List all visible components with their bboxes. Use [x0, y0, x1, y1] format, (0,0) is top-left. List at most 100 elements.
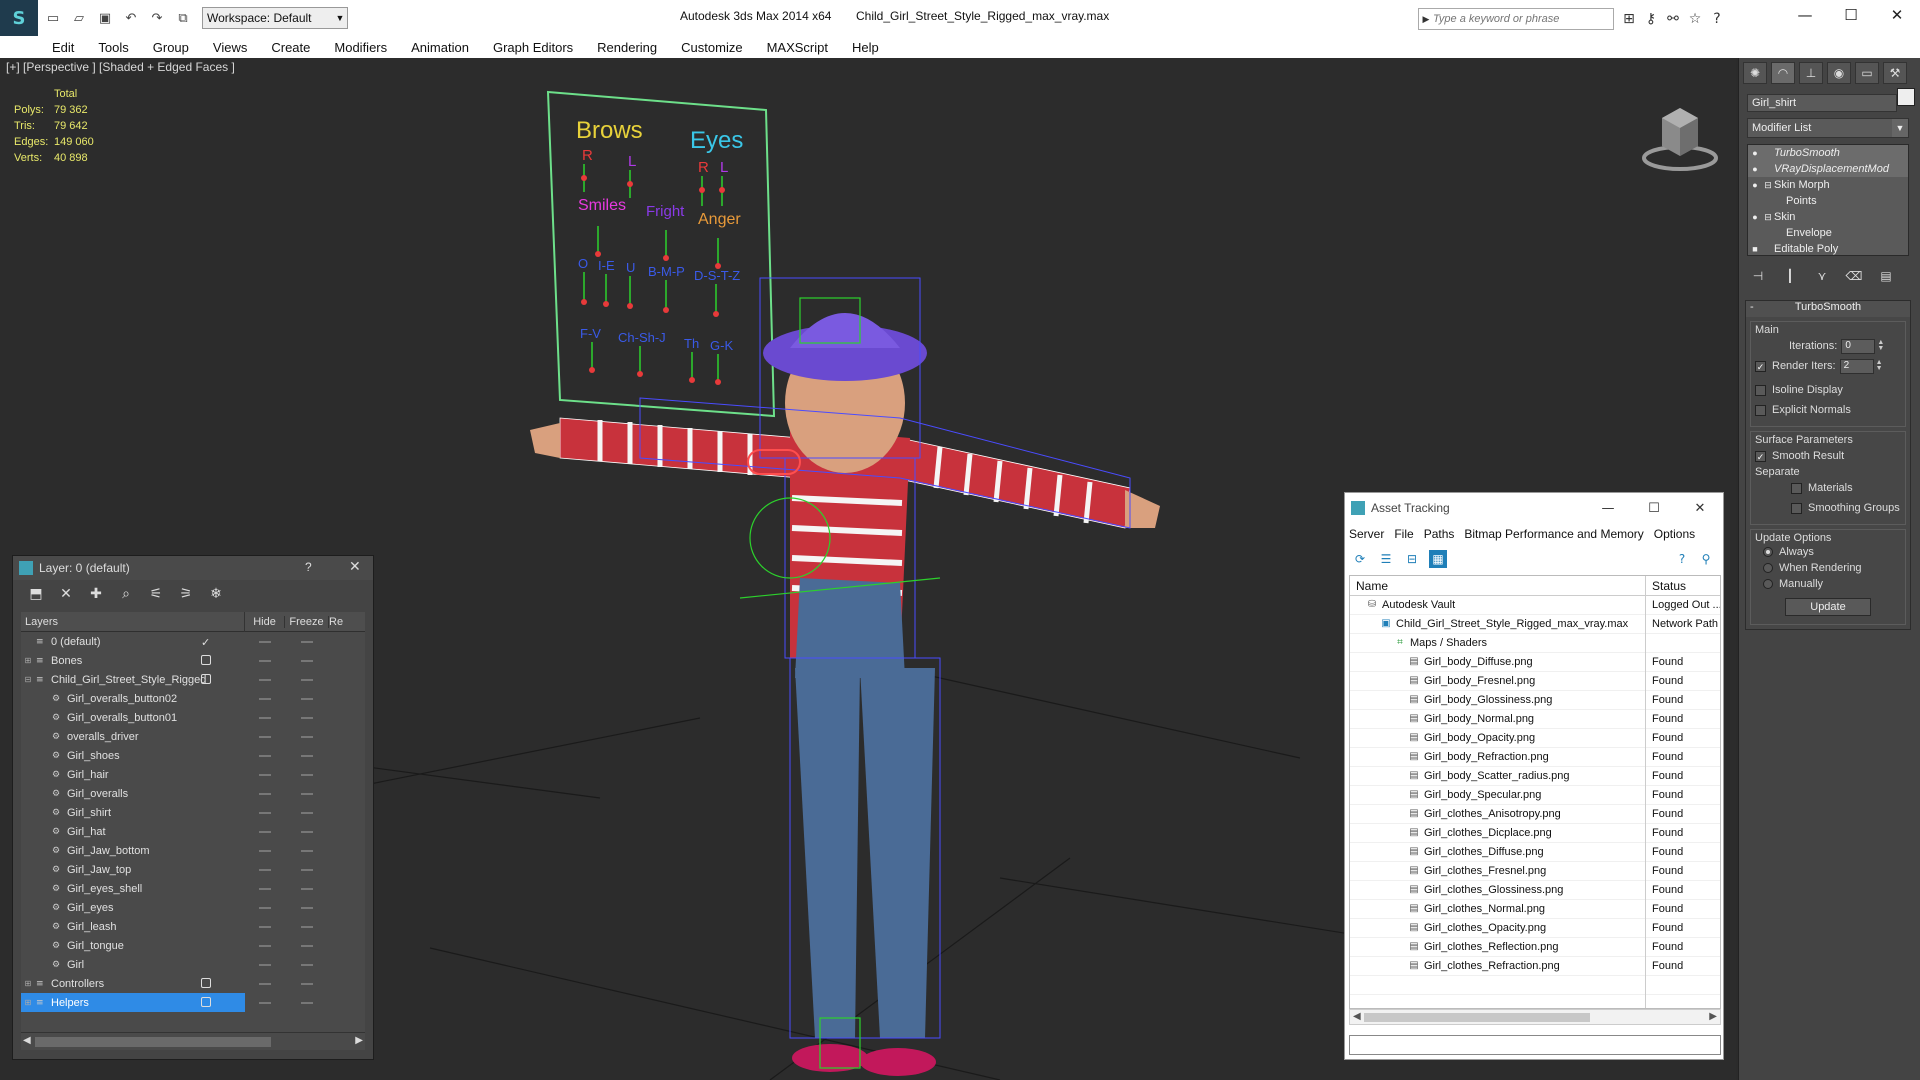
- layer-name-cell[interactable]: ⊞ ≡ Helpers: [21, 993, 245, 1012]
- hide-toggle[interactable]: ✓: [201, 636, 215, 649]
- layer-row[interactable]: ⚙ Girl_overalls: [21, 784, 365, 803]
- asset-window-titlebar[interactable]: Asset Tracking — ☐ ✕: [1345, 493, 1723, 523]
- asset-name-cell[interactable]: ▤ Girl_body_Refraction.png: [1350, 747, 1646, 767]
- layer-name-cell[interactable]: ⚙ Girl_shoes: [21, 746, 245, 765]
- asset-row[interactable]: ▤ Girl_body_Glossiness.png Found: [1350, 690, 1720, 710]
- asset-row[interactable]: ▤ Girl_body_Specular.png Found: [1350, 785, 1720, 805]
- scroll-thumb[interactable]: [1364, 1013, 1590, 1022]
- freeze-toggle[interactable]: [285, 659, 329, 662]
- asset-name-cell[interactable]: ▤ Girl_body_Fresnel.png: [1350, 671, 1646, 691]
- layer-name-cell[interactable]: ⚙ Girl_hair: [21, 765, 245, 784]
- close-icon[interactable]: ✕: [1874, 0, 1920, 30]
- pin-icon[interactable]: ⚲: [1697, 550, 1715, 568]
- pin-stack-icon[interactable]: ⊣: [1747, 266, 1769, 286]
- asset-menu-server[interactable]: Server: [1349, 527, 1384, 541]
- active-layer-checkbox[interactable]: [201, 978, 211, 988]
- horizontal-scrollbar[interactable]: ◀ ▶: [1349, 1009, 1721, 1025]
- hide-toggle[interactable]: [201, 674, 215, 684]
- maximize-icon[interactable]: ☐: [1828, 0, 1874, 30]
- freeze-toggle[interactable]: [285, 963, 329, 966]
- menu-create[interactable]: Create: [271, 40, 310, 55]
- asset-name-cell[interactable]: ▤ Girl_body_Normal.png: [1350, 709, 1646, 729]
- spinner-arrows-icon[interactable]: ▲ ▼: [1876, 359, 1883, 372]
- render-iters-spinner[interactable]: 2: [1839, 358, 1874, 374]
- open-file-icon[interactable]: ▱: [68, 7, 90, 29]
- menu-help[interactable]: Help: [852, 40, 879, 55]
- menu-edit[interactable]: Edit: [52, 40, 74, 55]
- scroll-right-icon[interactable]: ▶: [1709, 1011, 1717, 1022]
- layer-row[interactable]: ⚙ Girl_hair: [21, 765, 365, 784]
- scroll-right-icon[interactable]: ▶: [355, 1035, 363, 1046]
- hide-column-cell[interactable]: [245, 925, 285, 928]
- character-model[interactable]: [530, 277, 1160, 1076]
- workspace-dropdown[interactable]: Workspace: Default ▼: [202, 7, 348, 29]
- col-name[interactable]: Name: [1350, 576, 1646, 596]
- stack-subitem-envelope[interactable]: Envelope: [1748, 225, 1908, 241]
- create-layer-icon[interactable]: ⬒: [27, 585, 45, 603]
- collapse-icon[interactable]: ⊟: [23, 675, 33, 684]
- asset-menu-paths[interactable]: Paths: [1424, 527, 1455, 541]
- layer-row[interactable]: ⚙ Girl_shirt: [21, 803, 365, 822]
- menu-modifiers[interactable]: Modifiers: [334, 40, 387, 55]
- hide-column-cell[interactable]: [245, 811, 285, 814]
- layer-row[interactable]: ⊟ ≡ Child_Girl_Street_Style_Rigged: [21, 670, 365, 689]
- layer-row[interactable]: ⚙ Girl_shoes: [21, 746, 365, 765]
- asset-name-cell[interactable]: ▤ Girl_body_Glossiness.png: [1350, 690, 1646, 710]
- asset-name-cell[interactable]: ⛁ Autodesk Vault: [1350, 595, 1646, 615]
- asset-name-cell[interactable]: ▤ Girl_clothes_Normal.png: [1350, 899, 1646, 919]
- layer-name-cell[interactable]: ⚙ Girl_eyes_shell: [21, 879, 245, 898]
- col-freeze[interactable]: Freeze: [285, 615, 329, 628]
- minimize-icon[interactable]: —: [1585, 493, 1631, 523]
- layer-name-cell[interactable]: ⚙ Girl_overalls_button02: [21, 689, 245, 708]
- asset-row[interactable]: ▤ Girl_body_Diffuse.png Found: [1350, 652, 1720, 672]
- binoculars-icon[interactable]: ⊞: [1618, 8, 1640, 30]
- hide-toggle[interactable]: [201, 978, 215, 988]
- refresh-icon[interactable]: ⟳: [1351, 550, 1369, 568]
- project-folder-icon[interactable]: ⧉: [172, 7, 194, 29]
- layer-row[interactable]: ≡ 0 (default) ✓: [21, 632, 365, 651]
- layer-row[interactable]: ⊞ ≡ Bones: [21, 651, 365, 670]
- motion-tab-icon[interactable]: ◉: [1827, 62, 1851, 84]
- layer-row[interactable]: ⚙ Girl_eyes_shell: [21, 879, 365, 898]
- iterations-spinner[interactable]: 0: [1841, 338, 1876, 354]
- hierarchy-tab-icon[interactable]: ⊥: [1799, 62, 1823, 84]
- layer-name-cell[interactable]: ⚙ Girl_eyes: [21, 898, 245, 917]
- render-iters-checkbox[interactable]: ✓: [1755, 360, 1766, 372]
- layer-row[interactable]: ⚙ Girl_overalls_button01: [21, 708, 365, 727]
- asset-name-cell[interactable]: ▤ Girl_clothes_Refraction.png: [1350, 956, 1646, 976]
- layer-name-cell[interactable]: ⚙ overalls_driver: [21, 727, 245, 746]
- asset-row[interactable]: ▤ Girl_body_Refraction.png Found: [1350, 747, 1720, 767]
- save-icon[interactable]: ▣: [94, 7, 116, 29]
- asset-menu-file[interactable]: File: [1394, 527, 1413, 541]
- app-logo-icon[interactable]: S: [0, 0, 38, 36]
- remove-modifier-icon[interactable]: ⌫: [1843, 266, 1865, 286]
- layer-row[interactable]: ⊞ ≡ Controllers: [21, 974, 365, 993]
- layer-name-cell[interactable]: ⚙ Girl_shirt: [21, 803, 245, 822]
- materials-checkbox[interactable]: [1791, 482, 1802, 494]
- make-unique-icon[interactable]: ⋎: [1811, 266, 1833, 286]
- hide-column-cell[interactable]: [245, 849, 285, 852]
- maximize-icon[interactable]: ☐: [1631, 493, 1677, 523]
- menu-graph-editors[interactable]: Graph Editors: [493, 40, 573, 55]
- undo-icon[interactable]: ↶: [120, 7, 142, 29]
- layer-name-cell[interactable]: ⚙ Girl_Jaw_bottom: [21, 841, 245, 860]
- asset-row[interactable]: ▤ Girl_clothes_Dicplace.png Found: [1350, 823, 1720, 843]
- lightbulb-icon[interactable]: ●: [1748, 148, 1762, 158]
- layer-row[interactable]: ⚙ Girl_leash: [21, 917, 365, 936]
- layer-row[interactable]: ⚙ Girl_Jaw_top: [21, 860, 365, 879]
- col-render[interactable]: Re: [329, 616, 343, 628]
- active-layer-checkbox[interactable]: [201, 997, 211, 1007]
- display-tab-icon[interactable]: ▭: [1855, 62, 1879, 84]
- isoline-checkbox[interactable]: [1755, 384, 1766, 396]
- col-hide[interactable]: Hide: [245, 615, 285, 628]
- horizontal-scrollbar[interactable]: ◀ ▶: [21, 1032, 365, 1050]
- layer-row[interactable]: ⚙ Girl_overalls_button02: [21, 689, 365, 708]
- freeze-toggle[interactable]: [285, 716, 329, 719]
- asset-name-cell[interactable]: ▤ Girl_body_Specular.png: [1350, 785, 1646, 805]
- smoothing-groups-checkbox[interactable]: [1791, 502, 1802, 514]
- create-tab-icon[interactable]: ✺: [1743, 62, 1767, 84]
- freeze-toggle[interactable]: [285, 811, 329, 814]
- asset-name-cell[interactable]: ▤ Girl_body_Diffuse.png: [1350, 652, 1646, 672]
- explicit-normals-checkbox[interactable]: [1755, 404, 1766, 416]
- asset-row[interactable]: ▤ Girl_clothes_Fresnel.png Found: [1350, 861, 1720, 881]
